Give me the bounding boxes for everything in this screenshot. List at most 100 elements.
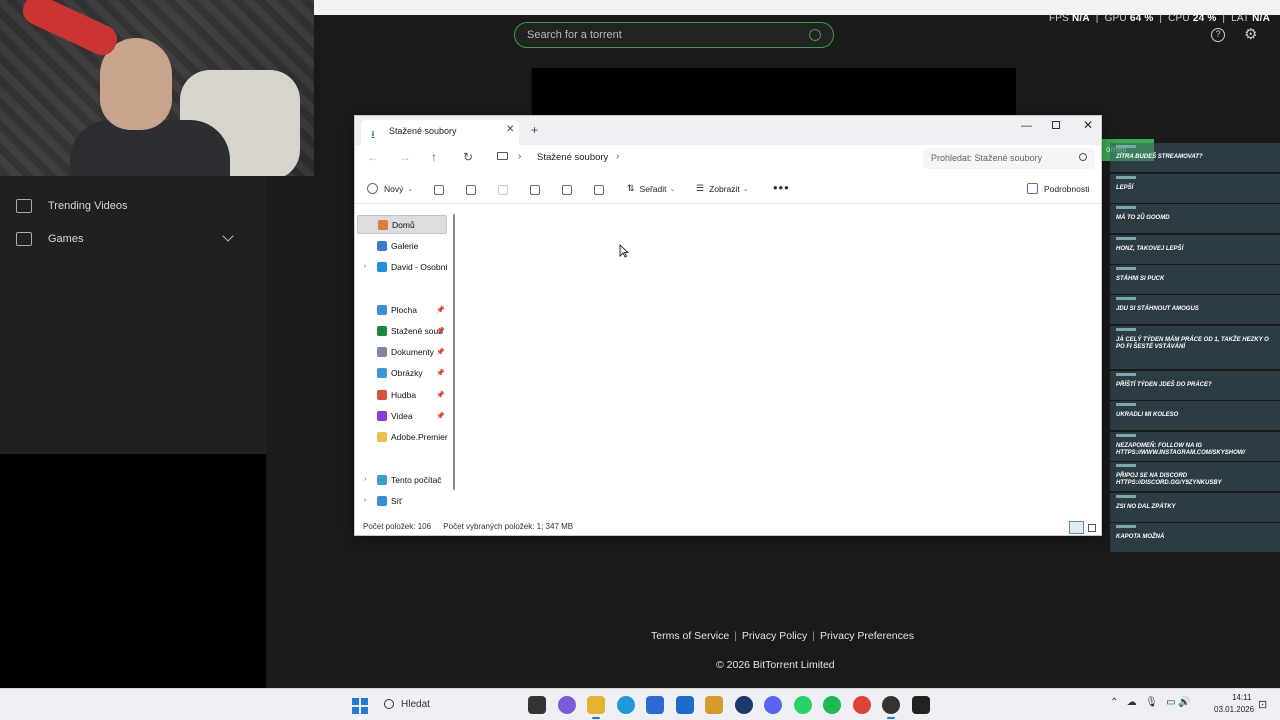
chevron-up-icon[interactable]: ⌃ xyxy=(1110,697,1118,708)
nav-item-music[interactable]: Hudba 📌 xyxy=(357,385,447,404)
clock-date[interactable]: 03.01.2026 xyxy=(1214,705,1254,714)
chat-message: PŘIPOJ SE NA DISCORD HTTPS://DISCORD.GG/… xyxy=(1110,462,1280,491)
whatsapp-icon[interactable] xyxy=(793,696,812,714)
close-tab-icon[interactable]: ✕ xyxy=(506,124,514,135)
tab-downloads[interactable]: ⭳ Stažené soubory ✕ xyxy=(361,120,519,145)
pin-icon: 📌 xyxy=(436,391,445,399)
chevron-right-icon[interactable]: › xyxy=(616,151,619,162)
terms-link[interactable]: Terms of Service xyxy=(651,630,729,642)
details-view-icon[interactable] xyxy=(1069,521,1084,534)
nav-item-onedrive[interactable]: › David - Osobní xyxy=(357,257,447,276)
discord-icon[interactable] xyxy=(764,696,782,714)
cloud-icon[interactable]: ☁ xyxy=(1127,697,1137,708)
chevron-right-icon[interactable]: › xyxy=(518,151,521,162)
search-icon[interactable] xyxy=(809,29,821,41)
chevron-right-icon[interactable]: › xyxy=(364,476,366,483)
store-icon[interactable] xyxy=(646,696,664,714)
nav-scrollbar[interactable] xyxy=(453,214,455,490)
nav-item-home[interactable]: Domů xyxy=(357,215,447,234)
video-player[interactable] xyxy=(531,68,1016,116)
delete-icon[interactable] xyxy=(594,185,604,195)
nav-item-desktop[interactable]: Plocha 📌 xyxy=(357,300,447,319)
chat-message: NEZAPOMEŇ: FOLLOW NA IG HTTPS://WWW.INST… xyxy=(1110,432,1280,461)
folder-icon[interactable] xyxy=(587,696,605,714)
copyright-text: © 2026 BitTorrent Limited xyxy=(716,659,835,671)
refresh-icon[interactable]: ↻ xyxy=(463,150,473,164)
clock-time[interactable]: 14:11 xyxy=(1232,693,1251,702)
new-tab-icon[interactable]: + xyxy=(531,123,538,137)
chevron-down-icon: ⌄ xyxy=(742,185,749,193)
minimize-icon[interactable]: — xyxy=(1021,120,1032,132)
view-icon: ☰ xyxy=(696,183,705,193)
chevron-right-icon[interactable]: › xyxy=(364,263,366,270)
volume-icon[interactable]: 🔊 xyxy=(1178,697,1190,708)
edge-icon[interactable] xyxy=(616,696,635,714)
nav-item-gallery[interactable]: Galerie xyxy=(357,236,447,255)
search-icon[interactable] xyxy=(384,699,394,709)
sort-button[interactable]: ⇅ Seřadit ⌄ xyxy=(627,183,675,194)
maximize-icon[interactable] xyxy=(1052,121,1060,129)
close-icon[interactable]: ✕ xyxy=(1083,118,1093,132)
nav-item-network[interactable]: › Síť xyxy=(357,491,447,510)
chat-message-text: LEPŠÍ xyxy=(1116,185,1134,191)
copilot-icon[interactable] xyxy=(557,696,576,714)
onedrive-icon xyxy=(377,261,387,272)
file-explorer-icon[interactable] xyxy=(528,696,546,714)
computer-icon[interactable] xyxy=(497,152,508,160)
gear-icon[interactable]: ⚙ xyxy=(1244,27,1259,42)
privacy-policy-link[interactable]: Privacy Policy xyxy=(742,630,807,642)
copy-icon[interactable] xyxy=(466,185,476,195)
nav-item-pictures[interactable]: Obrázky 📌 xyxy=(357,363,447,382)
outlook-icon[interactable] xyxy=(675,696,694,714)
chevron-down-icon[interactable] xyxy=(222,230,234,242)
file-list-area[interactable] xyxy=(459,205,1099,515)
cut-icon[interactable] xyxy=(434,185,444,195)
nav-item-documents[interactable]: Dokumenty 📌 xyxy=(357,342,447,361)
view-label: Zobrazit xyxy=(709,183,740,194)
taskbar-search[interactable]: Hledat xyxy=(401,699,430,710)
chat-message-text: KAPOTA MOŽNÁ xyxy=(1116,534,1165,540)
folder-icon xyxy=(377,431,387,442)
details-button[interactable]: Podrobnosti xyxy=(1027,183,1089,194)
nav-item-downloads[interactable]: Stažené soub 📌 xyxy=(357,321,447,340)
privacy-preferences-link[interactable]: Privacy Preferences xyxy=(820,630,914,642)
share-icon[interactable] xyxy=(562,185,572,195)
more-options-icon[interactable]: ••• xyxy=(773,180,790,195)
chevron-right-icon[interactable]: › xyxy=(364,497,366,504)
winamp-icon[interactable] xyxy=(705,696,723,714)
view-button[interactable]: ☰ Zobrazit ⌄ xyxy=(696,183,749,194)
sidebar-item-games[interactable]: Games xyxy=(16,228,256,250)
microphone-icon[interactable]: 🎙 xyxy=(1145,697,1158,708)
forward-icon[interactable]: → xyxy=(399,150,411,164)
tiles-view-icon[interactable] xyxy=(1088,524,1096,532)
chrome-icon[interactable] xyxy=(852,696,871,714)
sidebar: Trending Videos Games xyxy=(0,176,266,454)
steam-icon[interactable] xyxy=(734,696,753,714)
paste-icon[interactable] xyxy=(498,185,508,195)
rename-icon[interactable] xyxy=(530,185,540,195)
lat-label: LAT xyxy=(1231,13,1250,24)
trending-icon xyxy=(16,199,32,213)
chat-message: JÁ CELÝ TÝDEN MÁM PRÁCE OD 1, TAKŽE HEZK… xyxy=(1110,326,1280,369)
network-icon[interactable]: ▭ xyxy=(1166,697,1175,708)
search-input[interactable]: Prohledat: Stažené soubory xyxy=(923,148,1095,169)
new-button[interactable]: Nový ⌄ xyxy=(367,183,413,194)
breadcrumb[interactable]: Stažené soubory xyxy=(537,152,608,163)
chat-message: JDU SI STÁHNOUT AMOGUS xyxy=(1110,295,1280,324)
up-icon[interactable]: ↑ xyxy=(431,150,437,164)
sidebar-item-trending-videos[interactable]: Trending Videos xyxy=(16,195,256,217)
nav-item-videos[interactable]: Videa 📌 xyxy=(357,406,447,425)
back-icon[interactable]: ← xyxy=(367,150,379,164)
webcam-overlay xyxy=(0,0,314,176)
notifications-icon[interactable]: ⊡ xyxy=(1258,698,1267,711)
help-icon[interactable]: ? xyxy=(1211,28,1225,42)
pin-icon: 📌 xyxy=(436,348,445,356)
torrent-search-input[interactable]: Search for a torrent xyxy=(514,22,834,48)
start-icon[interactable] xyxy=(352,698,368,714)
nav-item-folder[interactable]: Adobe.Premiere xyxy=(357,427,447,446)
file-explorer-window[interactable]: ⭳ Stažené soubory ✕ + — ✕ ← → ↑ ↻ › Staž… xyxy=(354,115,1102,536)
nav-item-this-pc[interactable]: › Tento počítač xyxy=(357,470,447,489)
obs-icon[interactable] xyxy=(882,696,900,714)
epic-games-icon[interactable] xyxy=(911,696,930,714)
spotify-icon[interactable] xyxy=(823,696,841,714)
